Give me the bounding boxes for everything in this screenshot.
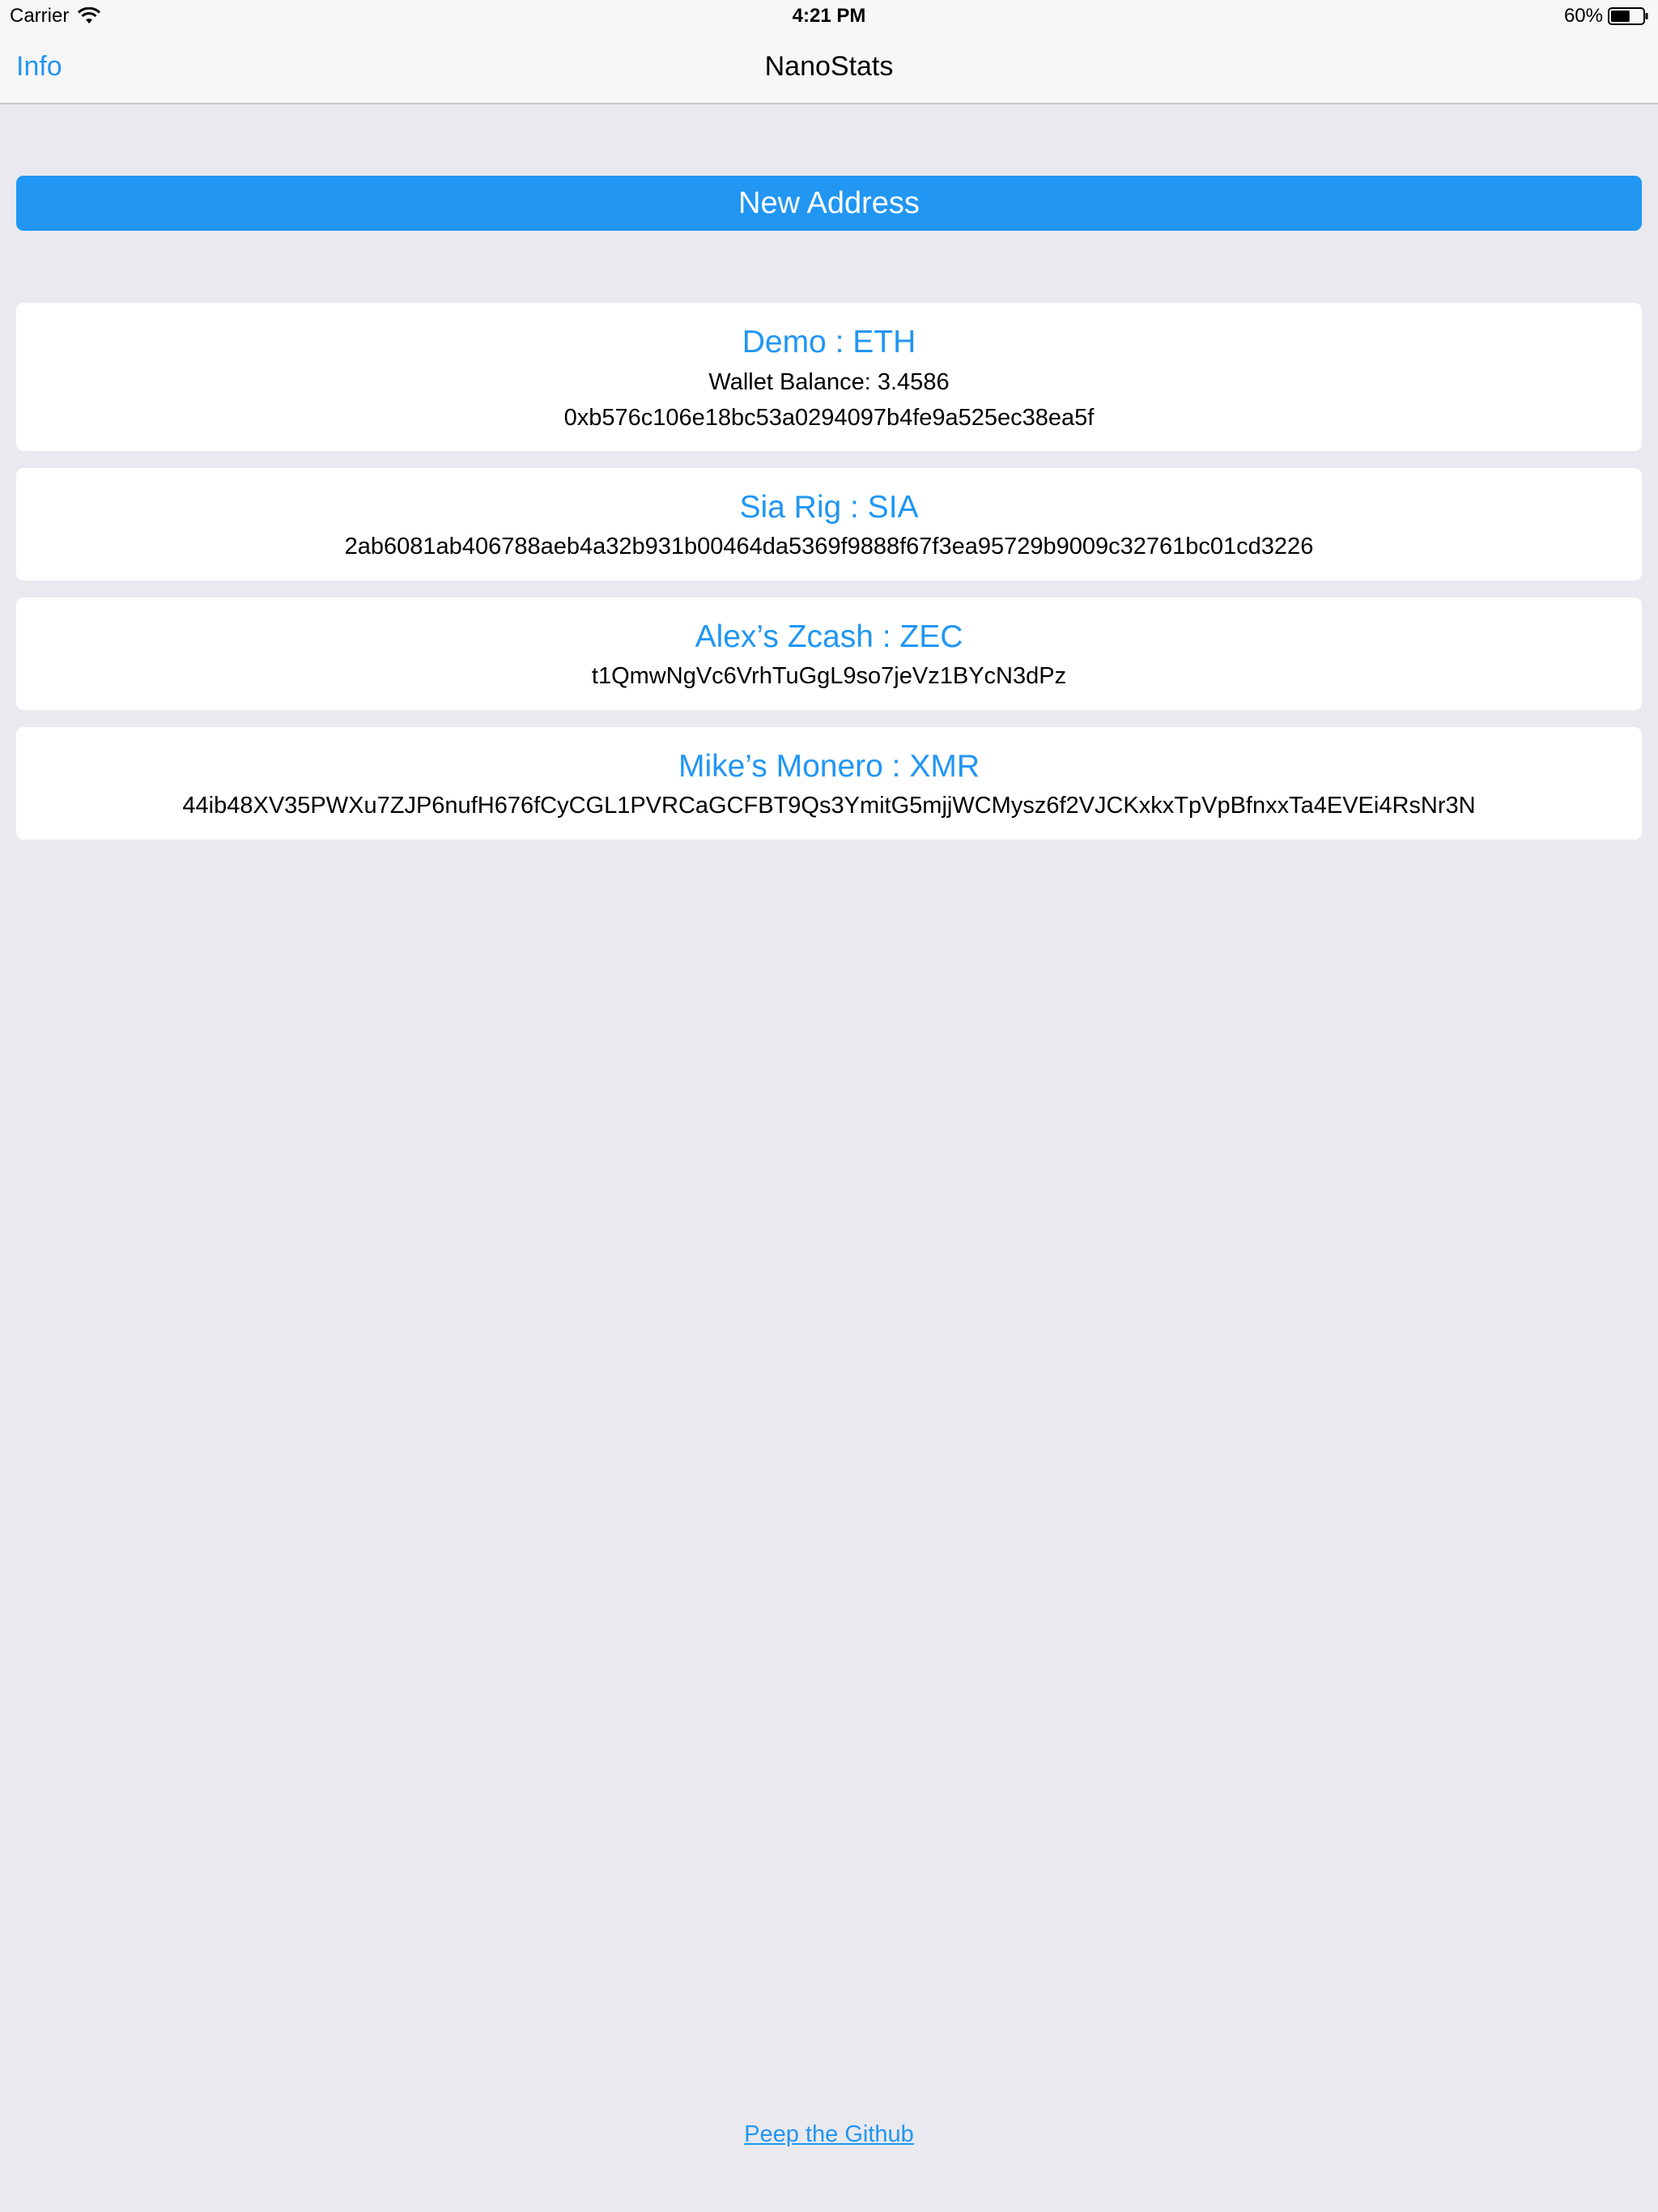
wallet-address: 2ab6081ab406788aeb4a32b931b00464da5369f9… (344, 534, 1314, 559)
wallet-title: Alex’s Zcash : ZEC (695, 619, 963, 654)
battery-indicator: 60% (1564, 5, 1648, 28)
wallet-card-sia[interactable]: Sia Rig : SIA 2ab6081ab406788aeb4a32b931… (16, 468, 1642, 581)
status-bar: Carrier 4:21 PM 60% (0, 0, 1658, 32)
page-title: NanoStats (764, 51, 894, 82)
github-link[interactable]: Peep the Github (0, 2118, 1658, 2150)
wallet-address: 0xb576c106e18bc53a0294097b4fe9a525ec38ea… (563, 405, 1095, 431)
battery-percentage: 60% (1563, 5, 1603, 27)
wallet-balance: Wallet Balance: 3.4586 (708, 369, 950, 395)
wallet-title: Mike’s Monero : XMR (678, 749, 980, 784)
battery-icon (1608, 7, 1648, 25)
status-time: 4:21 PM (792, 5, 866, 27)
wallet-card-eth[interactable]: Demo : ETH Wallet Balance: 3.4586 0xb576… (16, 303, 1642, 451)
wallet-card-xmr[interactable]: Mike’s Monero : XMR 44ib48XV35PWXu7ZJP6n… (16, 727, 1642, 840)
navigation-bar: Info NanoStats (0, 32, 1658, 104)
wallet-card-zec[interactable]: Alex’s Zcash : ZEC t1QmwNgVc6VrhTuGgL9so… (16, 598, 1642, 710)
new-address-button[interactable]: New Address (16, 176, 1642, 231)
wallet-title: Demo : ETH (742, 325, 916, 359)
wallet-title: Sia Rig : SIA (739, 490, 919, 525)
wallet-address: 44ib48XV35PWXu7ZJP6nufH676fCyCGL1PVRCaGC… (182, 793, 1476, 819)
wallet-address: t1QmwNgVc6VrhTuGgL9so7jeVz1BYcN3dPz (591, 663, 1067, 689)
